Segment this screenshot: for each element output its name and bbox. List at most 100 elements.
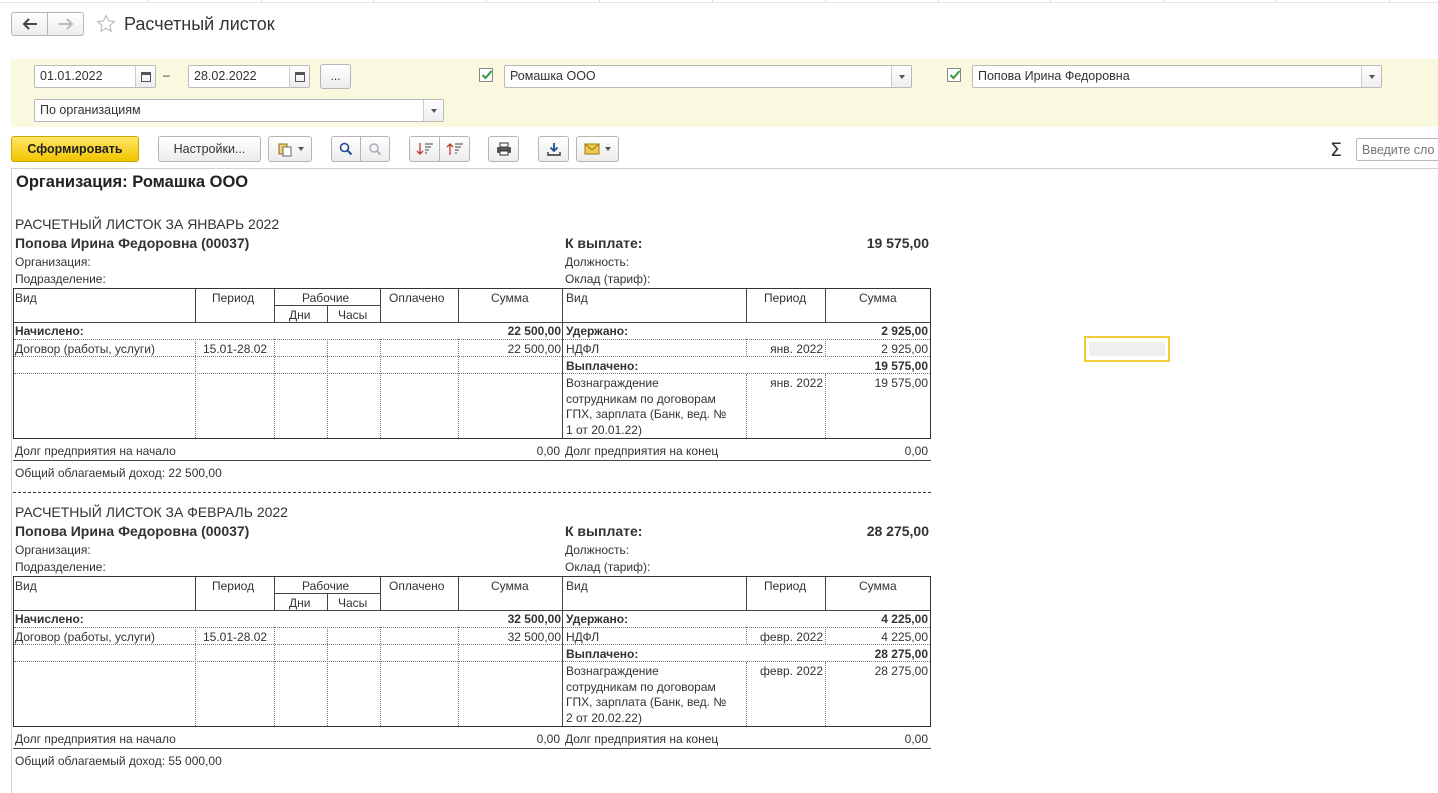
accrued-label: Начислено:: [15, 324, 84, 338]
search-input[interactable]: [1356, 138, 1438, 161]
accrued-total: 22 500,00: [507, 324, 561, 338]
payment-period: февр. 2022: [760, 664, 823, 678]
find-next-button[interactable]: [360, 136, 390, 162]
chevron-down-icon: [898, 74, 905, 79]
withhold-period: февр. 2022: [760, 630, 823, 644]
date-from-value: 01.01.2022: [40, 69, 103, 83]
payment-sum: 28 275,00: [874, 664, 928, 678]
send-email-button[interactable]: [576, 136, 619, 162]
salary-label: Оклад (тариф):: [565, 560, 651, 574]
payment-kind-line: Вознаграждение: [566, 376, 659, 390]
forward-button[interactable]: [47, 12, 84, 36]
taxable-income: Общий облагаемый доход: 55 000,00: [15, 754, 222, 768]
date-from-field[interactable]: 01.01.2022: [34, 65, 156, 88]
col-days: Дни: [289, 308, 311, 322]
col-sum: Сумма: [491, 291, 529, 305]
period-select-button[interactable]: ...: [320, 64, 351, 89]
check-icon: [481, 70, 493, 80]
email-icon: [584, 143, 600, 155]
date-to-value: 28.02.2022: [194, 69, 257, 83]
sum-icon[interactable]: Σ: [1330, 139, 1342, 161]
payslip-heading: РАСЧЕТНЫЙ ЛИСТОК ЗА ФЕВРАЛЬ 2022: [15, 504, 288, 520]
grouping-field[interactable]: По организациям: [34, 99, 444, 122]
grouping-dropdown-button[interactable]: [423, 100, 443, 121]
withhold-kind: НДФЛ: [566, 630, 600, 644]
settings-button[interactable]: Настройки...: [158, 136, 261, 162]
employee-org-label: Организация:: [15, 255, 91, 269]
employee-name: Попова Ирина Федоровна (00037): [15, 235, 250, 251]
payslip-table: Вид Период Рабочие Дни Часы Оплачено Сум…: [13, 288, 931, 439]
col-sum-right: Сумма: [859, 579, 897, 593]
favorite-star-icon[interactable]: [96, 14, 116, 34]
paid-out-label: Выплачено:: [566, 647, 639, 661]
page-title: Расчетный листок: [124, 14, 275, 34]
payment-kind-line: ГПХ, зарплата (Банк, вед. №: [566, 695, 727, 709]
chevron-down-icon: [1368, 74, 1375, 79]
find-button[interactable]: [331, 136, 361, 162]
employee-org-label: Организация:: [15, 543, 91, 557]
organization-field[interactable]: Ромашка ООО: [504, 65, 912, 88]
payslip-table: Вид Период Рабочие Дни Часы Оплачено Сум…: [13, 576, 931, 727]
selected-cell[interactable]: [1084, 336, 1170, 362]
withheld-label: Удержано:: [566, 324, 629, 338]
to-pay-value: 19 575,00: [866, 235, 929, 251]
paid-out-total: 19 575,00: [874, 359, 928, 373]
to-pay-label: К выплате:: [565, 235, 643, 251]
generate-button[interactable]: Сформировать: [11, 136, 139, 162]
taxable-income: Общий облагаемый доход: 22 500,00: [15, 466, 222, 480]
save-button[interactable]: [538, 136, 569, 162]
accrued-label: Начислено:: [15, 612, 84, 626]
col-kind: Вид: [15, 579, 37, 593]
col-paid: Оплачено: [389, 291, 445, 305]
col-kind: Вид: [15, 291, 37, 305]
debt-start-label: Долг предприятия на начало: [15, 444, 176, 458]
accrued-total: 32 500,00: [507, 612, 561, 626]
date-from-calendar-button[interactable]: [135, 66, 155, 87]
back-button[interactable]: [11, 12, 48, 36]
date-to-calendar-button[interactable]: [289, 66, 309, 87]
sort-desc-button[interactable]: [409, 136, 440, 162]
back-arrow-icon: [22, 18, 37, 30]
to-pay-label: К выплате:: [565, 523, 643, 539]
payment-kind-line: 1 от 20.01.22): [566, 422, 642, 437]
sort-asc-button[interactable]: [439, 136, 470, 162]
col-hours: Часы: [338, 596, 368, 610]
print-button[interactable]: [488, 136, 519, 162]
organization-checkbox[interactable]: [479, 68, 493, 82]
payment-kind-line: Вознаграждение: [566, 664, 659, 678]
organization-dropdown-button[interactable]: [891, 66, 911, 87]
copy-icon: [278, 143, 291, 157]
debt-start-value: 0,00: [536, 444, 560, 458]
date-separator: –: [163, 68, 170, 82]
col-working: Рабочие: [302, 579, 350, 593]
payment-sum: 19 575,00: [874, 376, 928, 390]
withhold-sum: 2 925,00: [881, 342, 928, 356]
payment-kind-line: сотрудникам по договорам: [566, 679, 716, 694]
col-kind-right: Вид: [566, 291, 588, 305]
withheld-label: Удержано:: [566, 612, 629, 626]
paid-out-label: Выплачено:: [566, 359, 639, 373]
grouping-value: По организациям: [40, 103, 141, 117]
payment-kind-line: ГПХ, зарплата (Банк, вед. №: [566, 407, 727, 421]
chevron-down-icon: [605, 147, 611, 151]
accrual-kind: Договор (работы, услуги): [15, 342, 156, 356]
employee-dropdown-button[interactable]: [1361, 66, 1381, 87]
department-label: Подразделение:: [15, 272, 106, 286]
date-to-field[interactable]: 28.02.2022: [188, 65, 310, 88]
find-icon: [339, 142, 353, 156]
employee-checkbox[interactable]: [947, 68, 961, 82]
accrual-sum: 32 500,00: [507, 630, 561, 644]
payment-kind: Вознаграждение сотрудникам по договорам …: [566, 664, 726, 726]
download-icon: [546, 143, 561, 156]
debt-end-value: 0,00: [904, 732, 928, 746]
employee-field[interactable]: Попова Ирина Федоровна: [972, 65, 1382, 88]
salary-label: Оклад (тариф):: [565, 272, 651, 286]
withhold-period: янв. 2022: [770, 342, 823, 356]
copy-menu-button[interactable]: [268, 136, 312, 162]
col-period: Период: [212, 291, 255, 305]
sort-asc-icon: [446, 143, 463, 155]
paid-out-total: 28 275,00: [874, 647, 928, 661]
payslip-january: РАСЧЕТНЫЙ ЛИСТОК ЗА ЯНВАРЬ 2022 Попова И…: [13, 214, 931, 484]
payslip-separator: [13, 492, 931, 493]
employee-name: Попова Ирина Федоровна (00037): [15, 523, 250, 539]
